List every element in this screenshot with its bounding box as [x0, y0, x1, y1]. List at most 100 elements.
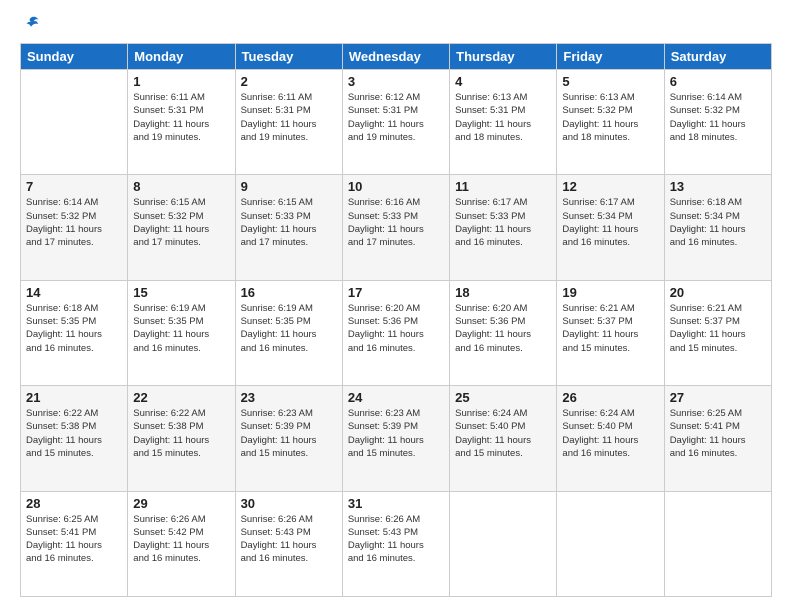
calendar-cell: 5 Sunrise: 6:13 AMSunset: 5:32 PMDaylight… — [557, 70, 664, 175]
cell-info: Sunrise: 6:13 AMSunset: 5:32 PMDaylight:… — [562, 91, 658, 144]
day-number: 9 — [241, 179, 337, 194]
day-number: 25 — [455, 390, 551, 405]
calendar-cell: 19 Sunrise: 6:21 AMSunset: 5:37 PMDayligh… — [557, 280, 664, 385]
calendar-cell: 29 Sunrise: 6:26 AMSunset: 5:42 PMDayligh… — [128, 491, 235, 596]
cell-info: Sunrise: 6:20 AMSunset: 5:36 PMDaylight:… — [348, 302, 444, 355]
calendar-cell: 9 Sunrise: 6:15 AMSunset: 5:33 PMDaylight… — [235, 175, 342, 280]
day-number: 1 — [133, 74, 229, 89]
cell-info: Sunrise: 6:14 AMSunset: 5:32 PMDaylight:… — [670, 91, 766, 144]
day-number: 31 — [348, 496, 444, 511]
day-number: 21 — [26, 390, 122, 405]
day-number: 10 — [348, 179, 444, 194]
cell-info: Sunrise: 6:23 AMSunset: 5:39 PMDaylight:… — [348, 407, 444, 460]
day-number: 13 — [670, 179, 766, 194]
day-number: 30 — [241, 496, 337, 511]
calendar-header-wednesday: Wednesday — [342, 44, 449, 70]
calendar-week-row: 7Sunrise: 6:14 AMSunset: 5:32 PMDaylight… — [21, 175, 772, 280]
cell-info: Sunrise: 6:25 AMSunset: 5:41 PMDaylight:… — [670, 407, 766, 460]
calendar-cell: 6 Sunrise: 6:14 AMSunset: 5:32 PMDaylight… — [664, 70, 771, 175]
calendar-cell: 21Sunrise: 6:22 AMSunset: 5:38 PMDayligh… — [21, 386, 128, 491]
day-number: 29 — [133, 496, 229, 511]
day-number: 27 — [670, 390, 766, 405]
calendar-cell: 14Sunrise: 6:18 AMSunset: 5:35 PMDayligh… — [21, 280, 128, 385]
cell-info: Sunrise: 6:15 AMSunset: 5:33 PMDaylight:… — [241, 196, 337, 249]
calendar-cell — [21, 70, 128, 175]
cell-info: Sunrise: 6:26 AMSunset: 5:42 PMDaylight:… — [133, 513, 229, 566]
calendar-cell: 13 Sunrise: 6:18 AMSunset: 5:34 PMDayligh… — [664, 175, 771, 280]
cell-info: Sunrise: 6:13 AMSunset: 5:31 PMDaylight:… — [455, 91, 551, 144]
calendar-cell: 15Sunrise: 6:19 AMSunset: 5:35 PMDayligh… — [128, 280, 235, 385]
calendar-week-row: 1 Sunrise: 6:11 AMSunset: 5:31 PMDaylight… — [21, 70, 772, 175]
calendar-cell — [557, 491, 664, 596]
calendar-cell: 27 Sunrise: 6:25 AMSunset: 5:41 PMDayligh… — [664, 386, 771, 491]
calendar-header-monday: Monday — [128, 44, 235, 70]
cell-info: Sunrise: 6:21 AMSunset: 5:37 PMDaylight:… — [562, 302, 658, 355]
cell-info: Sunrise: 6:18 AMSunset: 5:35 PMDaylight:… — [26, 302, 122, 355]
cell-info: Sunrise: 6:26 AMSunset: 5:43 PMDaylight:… — [348, 513, 444, 566]
cell-info: Sunrise: 6:18 AMSunset: 5:34 PMDaylight:… — [670, 196, 766, 249]
page: SundayMondayTuesdayWednesdayThursdayFrid… — [0, 0, 792, 612]
calendar-header-friday: Friday — [557, 44, 664, 70]
calendar-week-row: 14Sunrise: 6:18 AMSunset: 5:35 PMDayligh… — [21, 280, 772, 385]
calendar-week-row: 21 Sunrise: 6:22 AMSunset: 5:38 PMDayligh… — [21, 386, 772, 491]
calendar-cell: 25 Sunrise: 6:24 AMSunset: 5:40 PMDayligh… — [450, 386, 557, 491]
calendar-cell: 18Sunrise: 6:20 AMSunset: 5:36 PMDayligh… — [450, 280, 557, 385]
calendar-cell — [450, 491, 557, 596]
day-number: 2 — [241, 74, 337, 89]
header — [20, 15, 772, 33]
calendar-cell: 31 Sunrise: 6:26 AMSunset: 5:43 PMDayligh… — [342, 491, 449, 596]
cell-info: Sunrise: 6:26 AMSunset: 5:43 PMDaylight:… — [241, 513, 337, 566]
calendar-table: SundayMondayTuesdayWednesdayThursdayFrid… — [20, 43, 772, 597]
day-number: 24 — [348, 390, 444, 405]
calendar-cell: 7Sunrise: 6:14 AMSunset: 5:32 PMDaylight… — [21, 175, 128, 280]
day-number: 5 — [562, 74, 658, 89]
day-number: 23 — [241, 390, 337, 405]
day-number: 28 — [26, 496, 122, 511]
cell-info: Sunrise: 6:24 AMSunset: 5:40 PMDaylight:… — [455, 407, 551, 460]
logo — [20, 15, 40, 33]
calendar-cell: 3 Sunrise: 6:12 AMSunset: 5:31 PMDaylight… — [342, 70, 449, 175]
calendar-cell: 10 Sunrise: 6:16 AMSunset: 5:33 PMDayligh… — [342, 175, 449, 280]
day-number: 15 — [133, 285, 229, 300]
day-number: 7 — [26, 179, 122, 194]
cell-info: Sunrise: 6:22 AMSunset: 5:38 PMDaylight:… — [133, 407, 229, 460]
day-number: 3 — [348, 74, 444, 89]
calendar-cell — [664, 491, 771, 596]
calendar-cell: 4 Sunrise: 6:13 AMSunset: 5:31 PMDaylight… — [450, 70, 557, 175]
cell-info: Sunrise: 6:21 AMSunset: 5:37 PMDaylight:… — [670, 302, 766, 355]
day-number: 11 — [455, 179, 551, 194]
day-number: 12 — [562, 179, 658, 194]
day-number: 26 — [562, 390, 658, 405]
calendar-cell: 11Sunrise: 6:17 AMSunset: 5:33 PMDayligh… — [450, 175, 557, 280]
calendar-cell: 2 Sunrise: 6:11 AMSunset: 5:31 PMDaylight… — [235, 70, 342, 175]
day-number: 4 — [455, 74, 551, 89]
cell-info: Sunrise: 6:15 AMSunset: 5:32 PMDaylight:… — [133, 196, 229, 249]
calendar-cell: 28 Sunrise: 6:25 AMSunset: 5:41 PMDayligh… — [21, 491, 128, 596]
cell-info: Sunrise: 6:17 AMSunset: 5:34 PMDaylight:… — [562, 196, 658, 249]
calendar-cell: 8 Sunrise: 6:15 AMSunset: 5:32 PMDaylight… — [128, 175, 235, 280]
calendar-cell: 30 Sunrise: 6:26 AMSunset: 5:43 PMDayligh… — [235, 491, 342, 596]
day-number: 22 — [133, 390, 229, 405]
logo-bird-icon — [22, 15, 40, 33]
calendar-cell: 26Sunrise: 6:24 AMSunset: 5:40 PMDayligh… — [557, 386, 664, 491]
day-number: 18 — [455, 285, 551, 300]
calendar-header-thursday: Thursday — [450, 44, 557, 70]
day-number: 17 — [348, 285, 444, 300]
cell-info: Sunrise: 6:25 AMSunset: 5:41 PMDaylight:… — [26, 513, 122, 566]
cell-info: Sunrise: 6:11 AMSunset: 5:31 PMDaylight:… — [133, 91, 229, 144]
calendar-cell: 16Sunrise: 6:19 AMSunset: 5:35 PMDayligh… — [235, 280, 342, 385]
calendar-header-row: SundayMondayTuesdayWednesdayThursdayFrid… — [21, 44, 772, 70]
calendar-cell: 20Sunrise: 6:21 AMSunset: 5:37 PMDayligh… — [664, 280, 771, 385]
calendar-cell: 23Sunrise: 6:23 AMSunset: 5:39 PMDayligh… — [235, 386, 342, 491]
calendar-header-sunday: Sunday — [21, 44, 128, 70]
day-number: 8 — [133, 179, 229, 194]
cell-info: Sunrise: 6:12 AMSunset: 5:31 PMDaylight:… — [348, 91, 444, 144]
calendar-cell: 12 Sunrise: 6:17 AMSunset: 5:34 PMDayligh… — [557, 175, 664, 280]
calendar-cell: 1 Sunrise: 6:11 AMSunset: 5:31 PMDaylight… — [128, 70, 235, 175]
calendar-week-row: 28 Sunrise: 6:25 AMSunset: 5:41 PMDayligh… — [21, 491, 772, 596]
cell-info: Sunrise: 6:16 AMSunset: 5:33 PMDaylight:… — [348, 196, 444, 249]
day-number: 6 — [670, 74, 766, 89]
day-number: 19 — [562, 285, 658, 300]
calendar-cell: 17 Sunrise: 6:20 AMSunset: 5:36 PMDayligh… — [342, 280, 449, 385]
cell-info: Sunrise: 6:11 AMSunset: 5:31 PMDaylight:… — [241, 91, 337, 144]
